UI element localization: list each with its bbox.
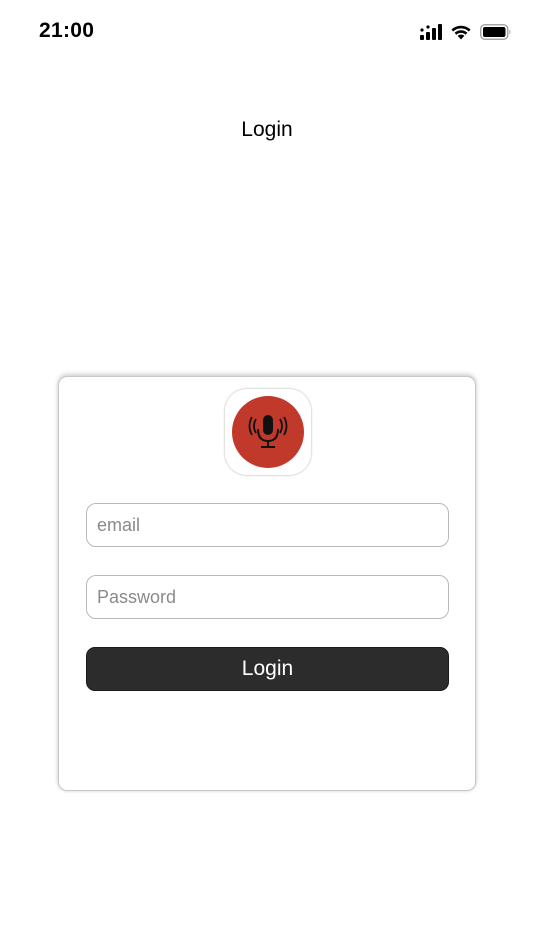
cellular-signal-icon [420, 24, 442, 40]
status-time: 21:00 [39, 19, 95, 42]
wifi-icon [450, 24, 472, 40]
status-icons [420, 22, 512, 42]
battery-icon [480, 24, 512, 40]
page-title: Login [241, 118, 293, 141]
microphone-icon [232, 396, 304, 468]
login-screen: 21:00 Login email Login [0, 0, 534, 950]
app-logo [225, 389, 311, 475]
login-button[interactable]: Login [86, 647, 449, 691]
status-bar: 21:00 [0, 0, 534, 64]
password-field[interactable] [86, 575, 449, 619]
email-field[interactable] [86, 503, 449, 547]
login-card: Login [58, 376, 476, 791]
